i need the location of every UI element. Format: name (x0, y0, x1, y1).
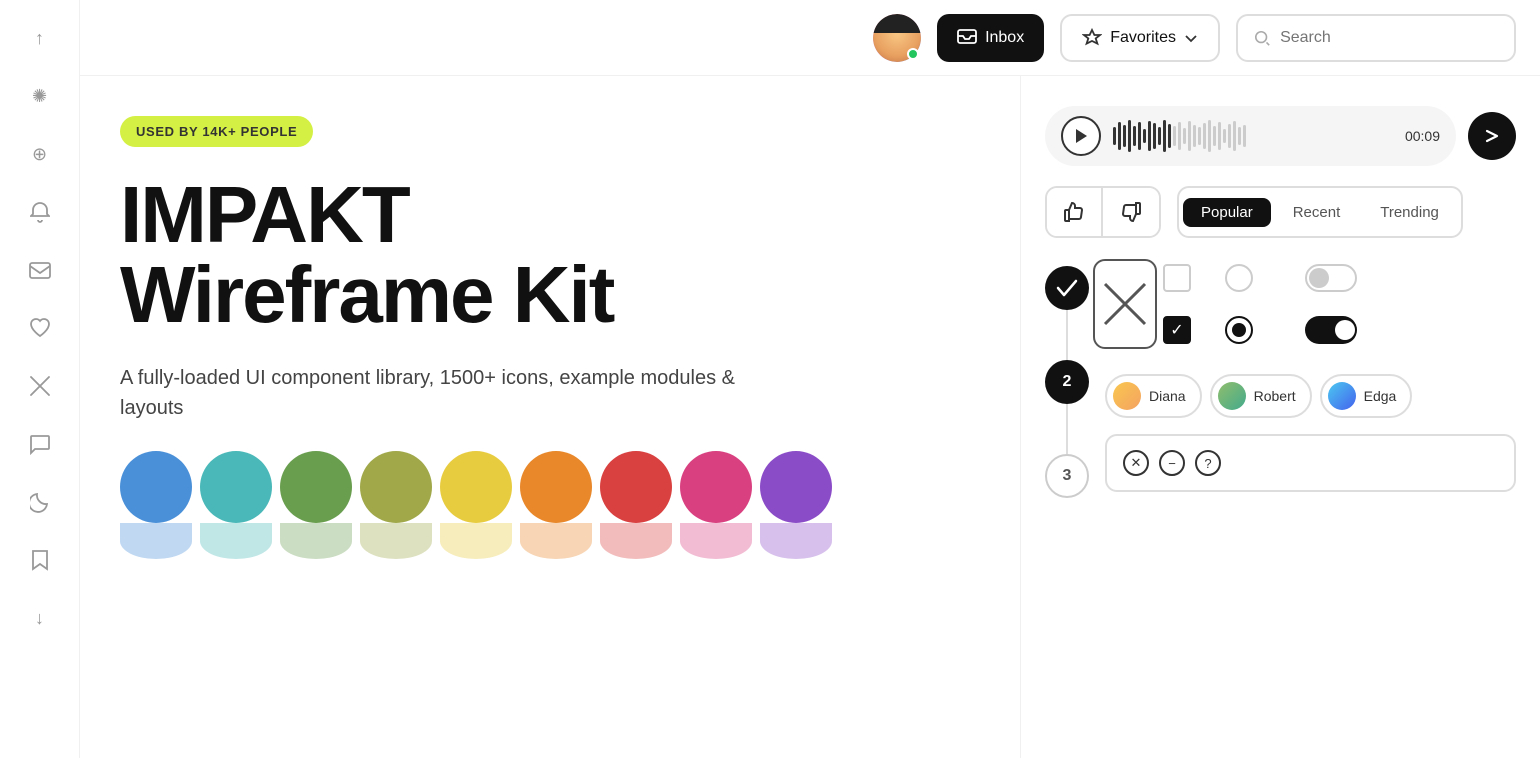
left-panel: USED BY 14K+ PEOPLE IMPAKT Wireframe Kit… (80, 76, 1020, 758)
hero-description: A fully-loaded UI component library, 150… (120, 363, 740, 423)
favorites-button[interactable]: Favorites (1060, 14, 1220, 62)
sidebar: ↑ ✺ ⊕ ↓ (0, 0, 80, 758)
window-close-button[interactable]: ✕ (1123, 450, 1149, 476)
tab-recent[interactable]: Recent (1275, 198, 1359, 227)
tab-trending[interactable]: Trending (1362, 198, 1457, 227)
timeline-step-3: 3 (1045, 454, 1089, 498)
user-tags: Diana Robert Edga (1105, 374, 1516, 418)
thumbs-up-button[interactable] (1047, 186, 1103, 238)
tabs-box: Popular Recent Trending (1177, 186, 1463, 238)
radio-unchecked[interactable] (1209, 264, 1269, 292)
badge: USED BY 14K+ PEOPLE (120, 116, 313, 147)
swatch-teal (200, 451, 272, 559)
mail-icon[interactable] (22, 252, 58, 288)
inbox-label: Inbox (985, 29, 1024, 47)
content-area: USED BY 14K+ PEOPLE IMPAKT Wireframe Kit… (80, 76, 1540, 758)
title-block: IMPAKT Wireframe Kit (120, 175, 980, 335)
online-indicator (907, 48, 919, 60)
timeline-circle-3: 3 (1045, 454, 1089, 498)
thumbs-down-button[interactable] (1103, 186, 1159, 238)
thumbs-box (1045, 186, 1161, 238)
window-help-button[interactable]: ? (1195, 450, 1221, 476)
header: Inbox Favorites (80, 0, 1540, 76)
tab-popular[interactable]: Popular (1183, 198, 1271, 227)
avatar[interactable] (873, 14, 921, 62)
main-content: Inbox Favorites USED BY 14K+ PEOPLE (80, 0, 1540, 758)
favorites-label: Favorites (1110, 29, 1176, 47)
bottom-row: 2 3 (1045, 258, 1516, 728)
audio-player: 00:09 (1045, 106, 1456, 166)
user-tag-diana[interactable]: Diana (1105, 374, 1202, 418)
window-chrome: ✕ − ? (1105, 434, 1516, 492)
swatch-orange (520, 451, 592, 559)
next-button[interactable] (1468, 112, 1516, 160)
search-box[interactable] (1236, 14, 1516, 62)
toggle-off[interactable] (1281, 264, 1381, 292)
down-arrow-icon[interactable]: ↓ (22, 600, 58, 636)
sun-icon[interactable]: ✺ (22, 78, 58, 114)
timeline: 2 3 (1045, 258, 1089, 728)
bell-icon[interactable] (22, 194, 58, 230)
heart-icon[interactable] (22, 310, 58, 346)
timeline-line-1 (1066, 310, 1068, 360)
swatch-blue (120, 451, 192, 559)
swatch-pink (680, 451, 752, 559)
inbox-button[interactable]: Inbox (937, 14, 1044, 62)
swatch-green (280, 451, 352, 559)
timeline-circle-2: 2 (1045, 360, 1089, 404)
timeline-step-2: 2 (1045, 360, 1089, 404)
controls-grid: ✓ (1105, 258, 1516, 350)
swatch-red (600, 451, 672, 559)
timeline-check-circle (1045, 266, 1089, 310)
chat-icon[interactable] (22, 426, 58, 462)
x-box[interactable] (1105, 259, 1145, 349)
robert-name: Robert (1254, 388, 1296, 404)
up-arrow-icon[interactable]: ↑ (22, 20, 58, 56)
avatar-hair (873, 14, 921, 33)
play-button[interactable] (1061, 116, 1101, 156)
twitter-icon[interactable] (22, 368, 58, 404)
edga-name: Edga (1364, 388, 1397, 404)
checkbox-checked[interactable]: ✓ (1157, 316, 1197, 344)
radio-checked[interactable] (1209, 316, 1269, 344)
interaction-row: Popular Recent Trending (1045, 186, 1516, 238)
hero-title: IMPAKT Wireframe Kit (120, 175, 980, 335)
components-area: ✓ Diana (1105, 258, 1516, 728)
user-tag-robert[interactable]: Robert (1210, 374, 1312, 418)
right-panel: 00:09 (1020, 76, 1540, 758)
edga-avatar (1328, 382, 1356, 410)
audio-time: 00:09 (1405, 128, 1440, 144)
timeline-line-2 (1066, 404, 1068, 454)
bookmark-icon[interactable] (22, 542, 58, 578)
diana-avatar (1113, 382, 1141, 410)
color-swatches (120, 451, 980, 559)
link-icon[interactable]: ⊕ (22, 136, 58, 172)
swatch-yellow (440, 451, 512, 559)
toggle-on[interactable] (1281, 316, 1381, 344)
timeline-step-check (1045, 266, 1089, 310)
swatch-purple (760, 451, 832, 559)
user-tag-edga[interactable]: Edga (1320, 374, 1413, 418)
moon-icon[interactable] (22, 484, 58, 520)
diana-name: Diana (1149, 388, 1186, 404)
search-input[interactable] (1280, 29, 1498, 47)
window-minimize-button[interactable]: − (1159, 450, 1185, 476)
audio-row: 00:09 (1045, 106, 1516, 166)
search-icon (1254, 29, 1270, 47)
waveform (1113, 118, 1393, 154)
checkbox-unchecked[interactable] (1157, 264, 1197, 292)
robert-avatar (1218, 382, 1246, 410)
swatch-olive (360, 451, 432, 559)
